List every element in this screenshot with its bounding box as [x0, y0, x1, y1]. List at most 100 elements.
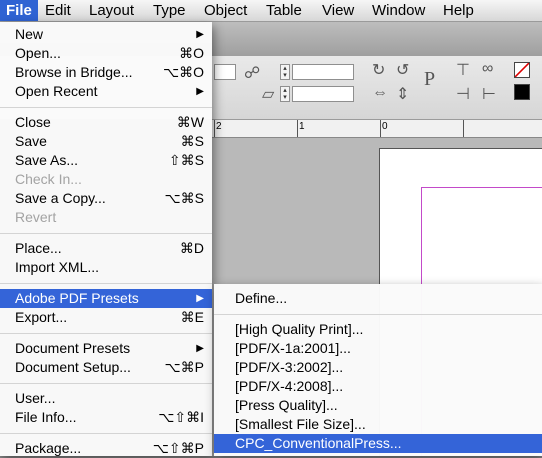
stroke-swatch[interactable]	[514, 84, 530, 100]
menu-item-document-setup[interactable]: Document Setup... ⌥⌘P	[0, 358, 212, 377]
menu-item-label: Define...	[235, 290, 288, 306]
rotate-cw-icon[interactable]: ↻	[372, 60, 385, 80]
menu-item-import-xml[interactable]: Import XML...	[0, 258, 212, 277]
menu-item-open-recent[interactable]: Open Recent ▶	[0, 82, 212, 101]
submenu-item-press-quality[interactable]: [Press Quality]...	[214, 396, 542, 415]
menu-separator	[214, 314, 542, 315]
menu-item-shortcut: ⌘E	[180, 309, 204, 325]
select-next-icon[interactable]: ⊢	[482, 84, 496, 104]
menu-item-shortcut: ⌥⌘P	[164, 359, 204, 375]
menu-item-package[interactable]: Package... ⌥⇧⌘P	[0, 439, 212, 458]
menu-item-open[interactable]: Open... ⌘O	[0, 44, 212, 63]
menu-item-label: Place...	[15, 240, 62, 256]
menu-item-adobe-pdf-presets[interactable]: Adobe PDF Presets ▶	[0, 289, 212, 308]
menu-separator	[0, 283, 212, 284]
select-previous-icon[interactable]: ⊣	[456, 84, 470, 104]
menu-item-label: [PDF/X-4:2008]...	[235, 378, 344, 394]
menu-item-file-info[interactable]: File Info... ⌥⇧⌘I	[0, 408, 212, 427]
ruler-tick	[297, 120, 298, 137]
menu-item-label: Revert	[15, 209, 57, 225]
menu-object[interactable]: Object	[198, 0, 253, 21]
scale-x-field[interactable]	[292, 64, 354, 80]
submenu-arrow-icon: ▶	[196, 29, 204, 40]
menu-item-label: Check In...	[15, 171, 82, 187]
menu-item-label: Package...	[15, 440, 82, 456]
submenu-item-smallest-file-size[interactable]: [Smallest File Size]...	[214, 415, 542, 434]
ruler-tick	[214, 120, 215, 137]
submenu-item-pdf-x-3[interactable]: [PDF/X-3:2002]...	[214, 358, 542, 377]
submenu-item-cpc-conventional-press[interactable]: CPC_ConventionalPress...	[214, 434, 542, 453]
flip-horizontal-icon[interactable]: ⇔	[372, 84, 388, 102]
menu-item-export[interactable]: Export... ⌘E	[0, 308, 212, 327]
menu-item-shortcut: ⇧⌘S	[168, 152, 204, 168]
menu-type[interactable]: Type	[147, 0, 192, 21]
menu-item-label: Open...	[15, 45, 61, 61]
menu-item-revert: Revert	[0, 208, 212, 227]
shear-stepper[interactable]: ▴ ▾	[280, 86, 290, 102]
menu-item-new[interactable]: New ▶	[0, 25, 212, 44]
select-content-icon[interactable]: ∞	[482, 60, 493, 78]
file-menu: New ▶ Open... ⌘O Browse in Bridge... ⌥⌘O…	[0, 22, 212, 456]
menu-item-label: Close	[15, 114, 51, 130]
menu-layout[interactable]: Layout	[83, 0, 140, 21]
menu-item-label: [Smallest File Size]...	[235, 416, 366, 432]
menu-item-save-as[interactable]: Save As... ⇧⌘S	[0, 151, 212, 170]
link-icon[interactable]: ☍	[244, 63, 260, 83]
shear-icon: ▱	[262, 86, 275, 103]
menu-item-label: Save	[15, 133, 47, 149]
menu-edit[interactable]: Edit	[39, 0, 77, 21]
menu-item-label: User...	[15, 390, 56, 406]
menu-window[interactable]: Window	[366, 0, 431, 21]
menu-item-check-in: Check In...	[0, 170, 212, 189]
menu-item-shortcut: ⌘O	[179, 45, 204, 61]
fill-none-swatch[interactable]	[514, 62, 530, 78]
submenu-item-pdf-x-4[interactable]: [PDF/X-4:2008]...	[214, 377, 542, 396]
menu-item-shortcut: ⌥⌘S	[164, 190, 204, 206]
menu-item-browse-in-bridge[interactable]: Browse in Bridge... ⌥⌘O	[0, 63, 212, 82]
menu-help[interactable]: Help	[437, 0, 480, 21]
menu-view[interactable]: View	[316, 0, 360, 21]
menu-item-label: Browse in Bridge...	[15, 64, 133, 80]
menu-separator	[0, 383, 212, 384]
menu-item-label: Document Presets	[15, 340, 131, 356]
menu-item-label: Open Recent	[15, 83, 98, 99]
menu-separator	[0, 333, 212, 334]
submenu-arrow-icon: ▶	[196, 293, 204, 304]
menu-separator	[0, 233, 212, 234]
rotate-ccw-icon[interactable]: ↺	[396, 60, 409, 80]
submenu-item-high-quality-print[interactable]: [High Quality Print]...	[214, 320, 542, 339]
submenu-arrow-icon: ▶	[196, 343, 204, 354]
reference-field[interactable]	[214, 64, 236, 80]
menu-item-place[interactable]: Place... ⌘D	[0, 239, 212, 258]
submenu-arrow-icon: ▶	[196, 86, 204, 97]
menu-item-label: Adobe PDF Presets	[15, 290, 139, 306]
menu-item-user[interactable]: User...	[0, 389, 212, 408]
menu-item-shortcut: ⌘W	[176, 114, 204, 130]
menu-item-label: Save As...	[15, 152, 79, 168]
ruler-label: 0	[382, 121, 388, 132]
menu-item-save[interactable]: Save ⌘S	[0, 132, 212, 151]
menu-item-close[interactable]: Close ⌘W	[0, 113, 212, 132]
menu-item-label: Import XML...	[15, 259, 100, 275]
submenu-item-pdf-x-1a[interactable]: [PDF/X-1a:2001]...	[214, 339, 542, 358]
menu-item-label: [Press Quality]...	[235, 397, 338, 413]
scale-stepper[interactable]: ▴ ▾	[280, 64, 290, 80]
paragraph-style-icon[interactable]: P	[424, 68, 435, 91]
menu-item-shortcut: ⌘S	[180, 133, 204, 149]
menu-item-document-presets[interactable]: Document Presets ▶	[0, 339, 212, 358]
ruler-label: 1	[299, 121, 305, 132]
menu-item-label: [PDF/X-3:2002]...	[235, 359, 344, 375]
menu-item-label: File Info...	[15, 409, 77, 425]
submenu-item-define[interactable]: Define...	[214, 289, 542, 308]
menu-item-label: Document Setup...	[15, 359, 131, 375]
menu-item-save-a-copy[interactable]: Save a Copy... ⌥⌘S	[0, 189, 212, 208]
ruler-tick	[380, 120, 381, 137]
shear-field[interactable]	[292, 86, 354, 102]
flip-vertical-icon[interactable]: ⇕	[396, 84, 409, 104]
menu-item-shortcut: ⌥⇧⌘I	[158, 409, 204, 425]
menu-table[interactable]: Table	[260, 0, 308, 21]
select-container-icon[interactable]: ⊤	[456, 60, 470, 80]
menu-bar: File Edit Layout Type Object Table View …	[0, 0, 542, 22]
menu-file[interactable]: File	[0, 0, 38, 21]
menu-item-label: Save a Copy...	[15, 190, 106, 206]
